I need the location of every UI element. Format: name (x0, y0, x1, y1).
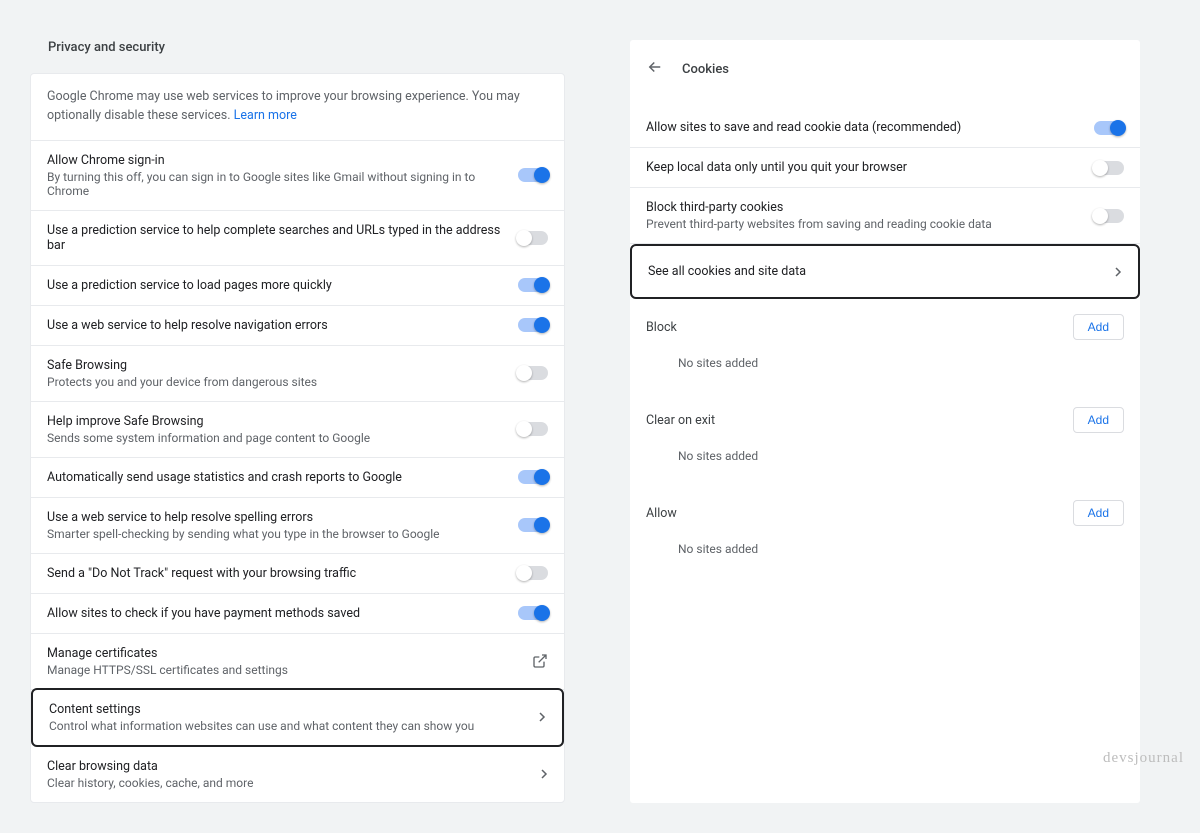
privacy-row: Send a "Do Not Track" request with your … (31, 554, 564, 594)
privacy-row: Help improve Safe Browsing Sends some sys… (31, 402, 564, 458)
row-subtitle: Sends some system information and page c… (47, 431, 518, 445)
toggle[interactable] (518, 422, 548, 436)
row-title: Block third-party cookies (646, 200, 1094, 215)
row-title: Clear browsing data (47, 759, 541, 774)
row-title: Safe Browsing (47, 358, 518, 373)
cookies-row: Keep local data only until you quit your… (630, 148, 1140, 188)
row-title: Content settings (49, 702, 539, 717)
row-title: Manage certificates (47, 646, 532, 661)
chevron-right-icon (539, 712, 546, 722)
privacy-row: Automatically send usage statistics and … (31, 458, 564, 498)
site-group-header: Block Add (630, 299, 1140, 342)
add-button[interactable]: Add (1073, 407, 1124, 433)
toggle[interactable] (518, 168, 548, 182)
toggle[interactable] (518, 318, 548, 332)
cookies-row: Allow sites to save and read cookie data… (630, 108, 1140, 148)
row-subtitle: By turning this off, you can sign in to … (47, 170, 518, 198)
chevron-right-icon (1115, 267, 1122, 277)
intro-text: Google Chrome may use web services to im… (31, 74, 564, 141)
row-subtitle: Smarter spell-checking by sending what y… (47, 527, 518, 541)
row-subtitle: Protects you and your device from danger… (47, 375, 518, 389)
site-group-header: Clear on exit Add (630, 392, 1140, 435)
see-all-cookies-row[interactable]: See all cookies and site data (630, 244, 1140, 299)
back-arrow-icon[interactable] (646, 58, 664, 80)
row-title: Allow Chrome sign-in (47, 153, 518, 168)
privacy-row: Use a prediction service to help complet… (31, 211, 564, 266)
toggle[interactable] (518, 278, 548, 292)
privacy-row: Safe Browsing Protects you and your devic… (31, 346, 564, 402)
row-subtitle: Prevent third-party websites from saving… (646, 217, 1094, 231)
cookies-header: Cookies (682, 62, 729, 77)
toggle[interactable] (518, 606, 548, 620)
row-subtitle: Control what information websites can us… (49, 719, 539, 733)
group-title: Allow (646, 506, 677, 521)
toggle[interactable] (1094, 209, 1124, 223)
toggle[interactable] (518, 470, 548, 484)
privacy-row: Use a web service to help resolve spelli… (31, 498, 564, 554)
privacy-row: Allow Chrome sign-in By turning this off,… (31, 141, 564, 211)
cookies-row: Block third-party cookies Prevent third-p… (630, 188, 1140, 244)
group-title: Clear on exit (646, 413, 715, 428)
row-title: Use a prediction service to load pages m… (47, 278, 518, 293)
row-subtitle: Clear history, cookies, cache, and more (47, 776, 541, 790)
empty-state: No sites added (630, 435, 1140, 485)
empty-state: No sites added (630, 528, 1140, 578)
privacy-card: Google Chrome may use web services to im… (30, 73, 565, 803)
row-title: Use a prediction service to help complet… (47, 223, 518, 253)
toggle[interactable] (518, 366, 548, 380)
row-title: Keep local data only until you quit your… (646, 160, 1094, 175)
row-title: Help improve Safe Browsing (47, 414, 518, 429)
privacy-row[interactable]: Manage certificates Manage HTTPS/SSL cert… (31, 634, 564, 690)
see-all-cookies-label: See all cookies and site data (648, 264, 806, 279)
row-title: Allow sites to save and read cookie data… (646, 120, 1094, 135)
privacy-row[interactable]: Content settings Control what information… (31, 688, 564, 747)
row-title: Use a web service to help resolve spelli… (47, 510, 518, 525)
toggle[interactable] (1094, 121, 1124, 135)
toggle[interactable] (518, 231, 548, 245)
row-title: Use a web service to help resolve naviga… (47, 318, 518, 333)
group-title: Block (646, 320, 677, 335)
empty-state: No sites added (630, 342, 1140, 392)
privacy-row[interactable]: Clear browsing data Clear history, cookie… (31, 747, 564, 802)
row-title: Automatically send usage statistics and … (47, 470, 518, 485)
learn-more-link[interactable]: Learn more (234, 108, 297, 123)
toggle[interactable] (518, 518, 548, 532)
toggle[interactable] (518, 566, 548, 580)
cookies-panel: Cookies Allow sites to save and read coo… (630, 40, 1140, 803)
external-link-icon[interactable] (532, 653, 548, 669)
toggle[interactable] (1094, 161, 1124, 175)
section-title-privacy: Privacy and security (48, 40, 565, 55)
privacy-row: Use a web service to help resolve naviga… (31, 306, 564, 346)
row-title: Send a "Do Not Track" request with your … (47, 566, 518, 581)
privacy-row: Allow sites to check if you have payment… (31, 594, 564, 634)
add-button[interactable]: Add (1073, 314, 1124, 340)
row-title: Allow sites to check if you have payment… (47, 606, 518, 621)
site-group-header: Allow Add (630, 485, 1140, 528)
privacy-row: Use a prediction service to load pages m… (31, 266, 564, 306)
chevron-right-icon (541, 769, 548, 779)
add-button[interactable]: Add (1073, 500, 1124, 526)
watermark: devsjournal (1103, 750, 1184, 767)
row-subtitle: Manage HTTPS/SSL certificates and settin… (47, 663, 532, 677)
